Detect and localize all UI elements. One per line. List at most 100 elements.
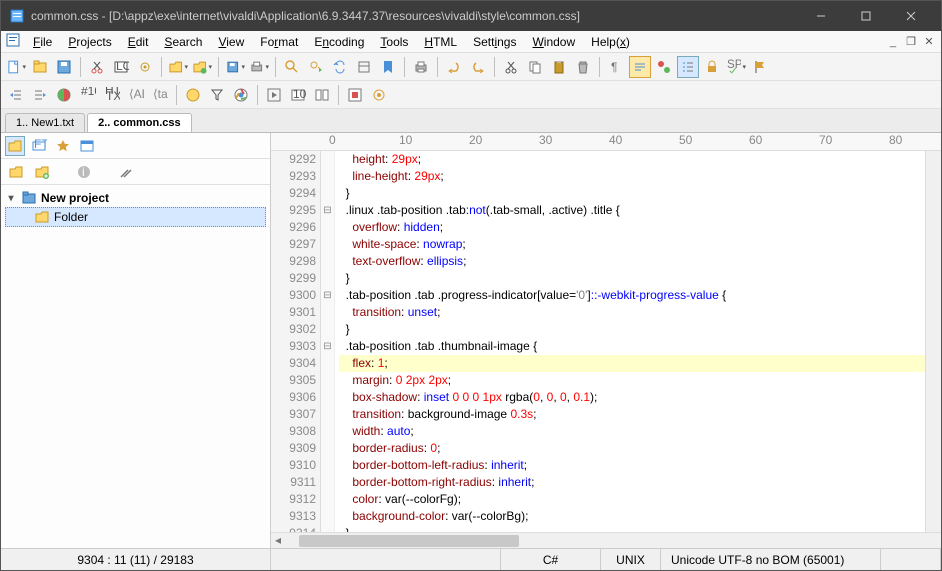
mdi-restore-icon[interactable]: ❐ (903, 34, 919, 50)
ftp-icon[interactable]: FTP (29, 136, 49, 156)
code-line[interactable]: border-bottom-right-radius: inherit; (339, 474, 925, 491)
project-folder-icon[interactable] (5, 136, 25, 156)
code-line[interactable]: line-height: 29px; (339, 168, 925, 185)
code-line[interactable]: background-color: var(--colorBg); (339, 508, 925, 525)
status-eol[interactable]: UNIX (601, 549, 661, 570)
menu-window[interactable]: Window (524, 33, 583, 51)
copy-button[interactable] (524, 56, 546, 78)
fold-marker[interactable] (321, 219, 334, 236)
fold-marker[interactable] (321, 457, 334, 474)
undo-button[interactable] (443, 56, 465, 78)
macro-button[interactable] (368, 84, 390, 106)
menu-format[interactable]: Format (252, 33, 306, 51)
fold-marker[interactable]: ⊟ (321, 202, 334, 219)
goto-button[interactable] (353, 56, 375, 78)
menu-helpx[interactable]: Help(x) (583, 33, 638, 51)
bookmark-button[interactable] (377, 56, 399, 78)
add-project-icon[interactable] (31, 161, 53, 183)
code-line[interactable]: border-bottom-left-radius: inherit; (339, 457, 925, 474)
file-tab[interactable]: 2.. common.css (87, 113, 192, 132)
fold-marker[interactable] (321, 491, 334, 508)
code-line[interactable]: color: var(--colorFg); (339, 491, 925, 508)
code-line[interactable]: overflow: hidden; (339, 219, 925, 236)
fold-marker[interactable] (321, 270, 334, 287)
indent-left-button[interactable] (5, 84, 27, 106)
code-line[interactable]: border-radius: 0; (339, 440, 925, 457)
info-icon[interactable]: i (73, 161, 95, 183)
record-button[interactable] (344, 84, 366, 106)
code-line[interactable]: transition: background-image 0.3s; (339, 406, 925, 423)
maximize-button[interactable] (843, 1, 888, 31)
code-line[interactable]: height: 29px; (339, 151, 925, 168)
window-icon[interactable] (77, 136, 97, 156)
save-all-button[interactable]: ▾ (224, 56, 246, 78)
code-line[interactable]: } (339, 185, 925, 202)
open-folder-button[interactable]: ▾ (191, 56, 213, 78)
code-line[interactable]: .tab-position .tab .thumbnail-image { (339, 338, 925, 355)
print-button[interactable]: ▾ (248, 56, 270, 78)
new-file-button[interactable]: ▾ (5, 56, 27, 78)
filter-button[interactable] (206, 84, 228, 106)
cut2-button[interactable] (500, 56, 522, 78)
lock-button[interactable] (701, 56, 723, 78)
menu-html[interactable]: HTML (416, 33, 465, 51)
code-line[interactable]: } (339, 270, 925, 287)
menu-projects[interactable]: Projects (60, 33, 119, 51)
fold-marker[interactable] (321, 236, 334, 253)
code-line[interactable]: .tab-position .tab .progress-indicator[v… (339, 287, 925, 304)
tag2-button[interactable]: ⟨tag⟩ (149, 84, 171, 106)
redo-button[interactable] (467, 56, 489, 78)
code-line[interactable]: white-space: nowrap; (339, 236, 925, 253)
status-encoding[interactable]: Unicode UTF-8 no BOM (65001) (661, 549, 881, 570)
code-line[interactable]: transition: unset; (339, 304, 925, 321)
tag-button[interactable]: ⟨AB⟩ (125, 84, 147, 106)
code-line[interactable]: } (339, 525, 925, 532)
compare-button[interactable] (311, 84, 333, 106)
fold-marker[interactable] (321, 185, 334, 202)
code-line[interactable]: margin: 0 2px 2px; (339, 372, 925, 389)
fold-marker[interactable] (321, 253, 334, 270)
tools-icon[interactable] (115, 161, 137, 183)
minimize-button[interactable] (798, 1, 843, 31)
fold-column[interactable]: ⊟⊟⊟⊟ (321, 151, 335, 532)
fold-marker[interactable] (321, 321, 334, 338)
mdi-minimize-icon[interactable]: _ (885, 34, 901, 50)
linenr-button[interactable] (677, 56, 699, 78)
pilcrow-button[interactable]: ¶ (605, 56, 627, 78)
menu-encoding[interactable]: Encoding (306, 33, 372, 51)
save-button[interactable] (53, 56, 75, 78)
code-line[interactable]: .linux .tab-position .tab:not(.tab-small… (339, 202, 925, 219)
code-line[interactable]: } (339, 321, 925, 338)
log-button[interactable]: LOG (110, 56, 132, 78)
chrome-icon[interactable] (230, 84, 252, 106)
tree-folder[interactable]: Folder (5, 207, 266, 227)
fold-marker[interactable]: ⊟ (321, 338, 334, 355)
fold-marker[interactable] (321, 151, 334, 168)
menu-tools[interactable]: Tools (372, 33, 416, 51)
cut-button[interactable] (86, 56, 108, 78)
fold-marker[interactable] (321, 508, 334, 525)
code-line[interactable]: width: auto; (339, 423, 925, 440)
spell-button[interactable]: SPELL▾ (725, 56, 747, 78)
menu-settings[interactable]: Settings (465, 33, 524, 51)
fold-marker[interactable]: ⊟ (321, 287, 334, 304)
paste-button[interactable] (548, 56, 570, 78)
tree-project[interactable]: ▾ New project (5, 189, 266, 207)
char-button[interactable]: #10 (77, 84, 99, 106)
code-line[interactable]: box-shadow: inset 0 0 0 1px rgba(0, 0, 0… (339, 389, 925, 406)
browser-button[interactable] (182, 84, 204, 106)
file-tab[interactable]: 1.. New1.txt (5, 113, 85, 132)
mdi-close-icon[interactable]: ✕ (921, 34, 937, 50)
star-icon[interactable] (53, 136, 73, 156)
html-txt-button[interactable]: HTMLTXT (101, 84, 123, 106)
fold-marker[interactable] (321, 423, 334, 440)
fold-marker[interactable] (321, 406, 334, 423)
fold-marker[interactable] (321, 372, 334, 389)
color-button[interactable] (53, 84, 75, 106)
fold-marker[interactable] (321, 389, 334, 406)
fold-marker[interactable] (321, 474, 334, 491)
menu-edit[interactable]: Edit (120, 33, 157, 51)
code-content[interactable]: height: 29px; line-height: 29px; } .linu… (335, 151, 925, 532)
find-next-button[interactable] (305, 56, 327, 78)
code-line[interactable]: flex: 1; (339, 355, 925, 372)
